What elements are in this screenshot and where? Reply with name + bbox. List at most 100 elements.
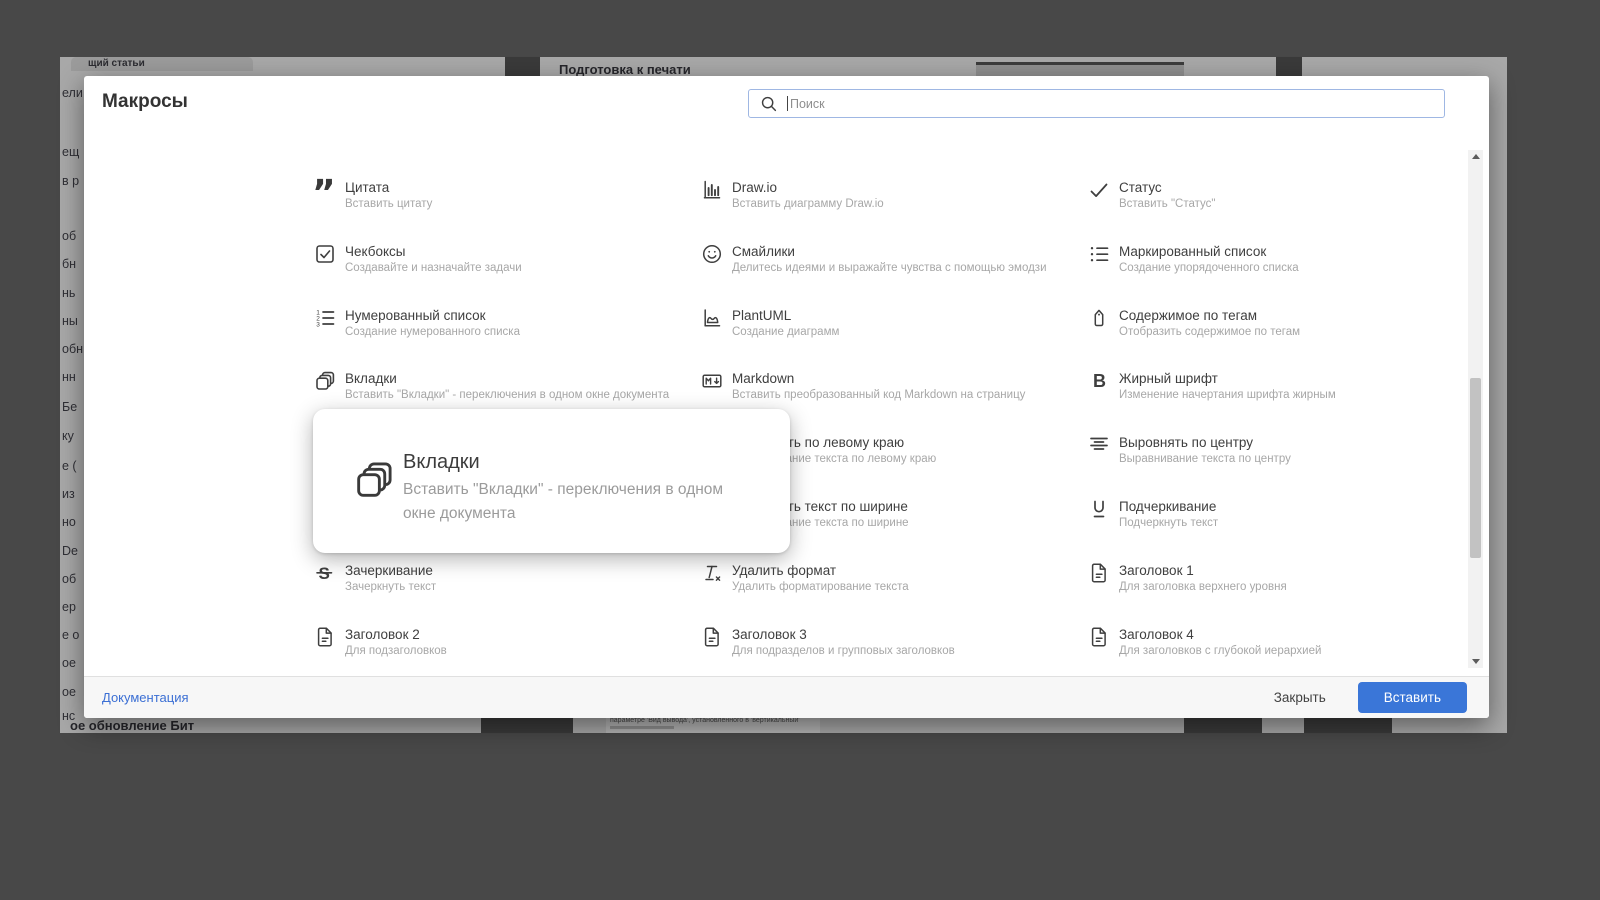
tag-icon (1087, 306, 1111, 330)
macro-item-title: Удалить формат (732, 563, 837, 578)
background-text-fragment: ны (62, 314, 78, 328)
macro-item-desc: Создавайте и назначайте задачи (345, 262, 522, 274)
background-bottom-text: ое обновление Бит (70, 718, 195, 733)
macro-item-desc: Для подразделов и групповых заголовков (732, 645, 955, 657)
macro-item[interactable]: B Жирный шрифт Изменение начертания шрифта… (1087, 369, 1467, 402)
background-text-fragment: ку (62, 429, 74, 443)
macro-item[interactable]: S Зачеркивание Зачеркнуть текст (313, 561, 693, 594)
quote-icon: ” (313, 178, 337, 202)
macro-item-title: Чекбоксы (345, 244, 406, 259)
macro-item[interactable]: Подчеркивание Подчеркнуть текст (1087, 497, 1467, 530)
insert-button[interactable]: Вставить (1357, 682, 1467, 713)
macro-item-title: Содержимое по тегам (1119, 308, 1257, 323)
background-mini-text: параметре 'Вид вывода', установленного в… (610, 717, 800, 724)
document-icon (1087, 625, 1111, 649)
macro-item-title: Заголовок 3 (732, 627, 807, 642)
background-text-fragment: ое (62, 656, 76, 670)
macro-item-desc: Для подзаголовков (345, 645, 447, 657)
tooltip-title: Вкладки (403, 451, 480, 473)
align-center-icon (1087, 433, 1111, 457)
scroll-up-arrow-icon[interactable] (1471, 154, 1480, 159)
background-text-fragment: об (62, 229, 77, 243)
document-icon (313, 625, 337, 649)
macro-item[interactable]: Удалить формат Удалить форматирование тек… (700, 561, 1080, 594)
macro-item-desc: Делитесь идеями и выражайте чувства с по… (732, 262, 1047, 274)
background-text-fragment: ое (62, 685, 76, 699)
document-icon (700, 625, 724, 649)
scrollbar-thumb[interactable] (1470, 378, 1481, 558)
macro-item[interactable]: Заголовок 1 Для заголовка верхнего уровня (1087, 561, 1467, 594)
scroll-down-arrow-icon[interactable] (1471, 659, 1480, 664)
background-tab-label: щий статьи (88, 58, 145, 69)
background-text-fragment: е ( (62, 459, 77, 473)
macro-item-desc: Для заголовка верхнего уровня (1119, 581, 1287, 593)
macro-item[interactable]: 1 2 3 Нумерованный список Создание нумерован… (313, 306, 693, 339)
macro-item[interactable]: Заголовок 3 Для подразделов и групповых з… (700, 625, 1080, 658)
background-tab: щий статьи (71, 57, 253, 71)
scrollbar[interactable] (1468, 150, 1483, 668)
smiley-icon (700, 242, 724, 266)
screen: щий статьи Подготовка к печати ели ещ в р о… (0, 0, 1600, 900)
macro-item[interactable]: Markdown Вставить преобразованный код Mar… (700, 369, 1080, 402)
macro-item-title: Заголовок 1 (1119, 563, 1194, 578)
background-text-fragment: об (62, 572, 77, 586)
macro-item-desc: Удалить форматирование текста (732, 581, 909, 593)
macro-item[interactable]: Выровнять по центру Выравнивание текста п… (1087, 433, 1467, 466)
tabs-icon (351, 457, 397, 508)
close-button[interactable]: Закрыть (1268, 689, 1332, 706)
macro-item-desc: Подчеркнуть текст (1119, 517, 1219, 529)
documentation-link[interactable]: Документация (102, 690, 189, 705)
background-text-fragment: ер (62, 600, 76, 614)
background-text-fragment: нь (62, 286, 76, 300)
macro-item[interactable]: Содержимое по тегам Отобразить содержимое… (1087, 306, 1467, 339)
numbered-list-icon: 123 (313, 306, 337, 330)
macro-item[interactable]: Маркированный список Создание упорядоченн… (1087, 242, 1467, 275)
macro-item-title: Заголовок 4 (1119, 627, 1194, 642)
macro-item-title: Цитата (345, 180, 390, 195)
macro-item-desc: Зачеркнуть текст (345, 581, 437, 593)
macro-item-desc: Вставить "Вкладки" - переключения в одно… (345, 389, 670, 401)
background-text-fragment: ели (62, 86, 83, 100)
macro-item-title: Нумерованный список (345, 308, 486, 323)
underline-icon (1087, 497, 1111, 521)
background-text-fragment: ещ (62, 145, 80, 159)
background-block (1276, 57, 1302, 77)
macro-item-desc: Создание диаграмм (732, 326, 840, 338)
macro-item[interactable]: Draw.io Вставить диаграмму Draw.io (700, 178, 1080, 211)
tooltip-text: Вкладки Вставить "Вкладки" - переключени… (403, 449, 753, 526)
macro-item-desc: Вставить цитату (345, 198, 433, 210)
macro-item[interactable]: Смайлики Делитесь идеями и выражайте чувс… (700, 242, 1080, 275)
macro-item[interactable]: PlantUML Создание диаграмм (700, 306, 1080, 339)
background-text-fragment: нн (62, 370, 76, 384)
background-text-fragment: обн (62, 342, 84, 356)
background-text-fragment: е о (62, 628, 80, 642)
macro-item-desc: Вставить "Статус" (1119, 198, 1216, 210)
checkbox-icon (313, 242, 337, 266)
background-text-fragment: Бе (62, 400, 78, 414)
macro-item-title: Маркированный список (1119, 244, 1267, 259)
macro-item-title: Смайлики (732, 244, 795, 259)
background-block (1184, 718, 1262, 733)
svg-text:3: 3 (316, 321, 320, 328)
macro-item[interactable]: Заголовок 4 Для заголовков с глубокой иер… (1087, 625, 1467, 658)
macro-item[interactable]: ” Цитата Вставить цитату (313, 178, 693, 211)
markdown-icon (700, 369, 724, 393)
macro-item-title: PlantUML (732, 308, 792, 323)
macro-item-title: Draw.io (732, 180, 778, 195)
dialog-footer: Документация Закрыть Вставить (84, 676, 1489, 718)
background-page-heading: Подготовка к печати (559, 62, 691, 77)
macro-item[interactable]: Статус Вставить "Статус" (1087, 178, 1467, 211)
macro-item[interactable]: Чекбоксы Создавайте и назначайте задачи (313, 242, 693, 275)
background-block (1304, 718, 1392, 733)
svg-text:B: B (1093, 371, 1106, 391)
macro-item[interactable]: Вкладки Вставить "Вкладки" - переключения… (313, 369, 693, 402)
macro-item[interactable]: Заголовок 2 Для подзаголовков (313, 625, 693, 658)
macro-item-title: Подчеркивание (1119, 499, 1217, 514)
macro-item-desc: Выравнивание текста по центру (1119, 453, 1291, 465)
background-text-fragment: в р (62, 174, 80, 188)
macro-item-title: Жирный шрифт (1119, 371, 1218, 386)
macro-item-desc: Вставить диаграмму Draw.io (732, 198, 884, 210)
chart-bars-icon (700, 178, 724, 202)
tabs-icon (313, 369, 337, 393)
macro-item-title: Выровнять по центру (1119, 435, 1254, 450)
